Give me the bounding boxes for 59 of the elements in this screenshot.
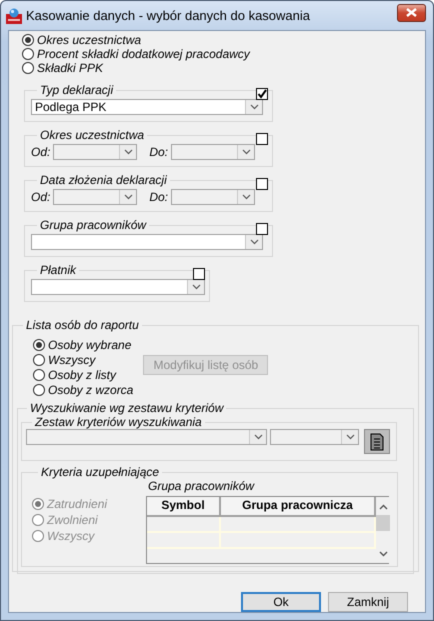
- dropdown-field[interactable]: [53, 144, 138, 160]
- checkbox[interactable]: [256, 133, 268, 145]
- chevron-down-icon: [124, 194, 133, 200]
- group-label: Grupa pracowników: [39, 218, 148, 232]
- radio-option[interactable]: Wszyscy: [33, 353, 134, 367]
- app-icon: [6, 8, 22, 24]
- scroll-up-icon[interactable]: [378, 504, 388, 510]
- radio-option[interactable]: Osoby z wzorca: [33, 383, 134, 397]
- radio-option[interactable]: Składki PPK: [22, 61, 425, 75]
- radio-option[interactable]: Osoby z listy: [33, 368, 134, 382]
- dropdown-field[interactable]: Podlega PPK: [31, 99, 263, 115]
- radio-option: Wszyscy: [32, 529, 146, 543]
- checkbox[interactable]: [193, 268, 205, 280]
- chevron-down-icon: [250, 239, 258, 245]
- chevron-down-icon: [250, 104, 258, 110]
- from-label: Od:: [31, 190, 50, 204]
- group-label: Data złożenia deklaracji: [39, 173, 168, 187]
- group-label: Wyszukiwanie wg zestawu kryteriów: [29, 401, 225, 415]
- checkbox[interactable]: [256, 178, 268, 190]
- chevron-down-icon: [242, 194, 251, 200]
- dropdown-field[interactable]: [53, 189, 138, 205]
- group-label: Kryteria uzupełniające: [40, 465, 160, 479]
- checkbox[interactable]: [256, 223, 268, 235]
- chevron-down-icon: [346, 434, 354, 440]
- group-label: Typ deklaracji: [39, 83, 114, 97]
- scroll-thumb[interactable]: [376, 515, 390, 532]
- radio-option: Zatrudnieni: [32, 497, 146, 511]
- document-button[interactable]: [364, 429, 390, 454]
- dropdown-field[interactable]: [171, 189, 256, 205]
- dropdown-field[interactable]: [270, 429, 359, 445]
- dropdown-field[interactable]: [26, 429, 267, 445]
- group-label: Lista osób do raportu: [25, 318, 140, 332]
- close-button[interactable]: [397, 4, 426, 22]
- scroll-down-icon[interactable]: [378, 551, 388, 558]
- dropdown-field[interactable]: [31, 279, 205, 295]
- chevron-down-icon: [124, 149, 133, 155]
- radio-option: Zwolnieni: [32, 513, 146, 527]
- dropdown-field[interactable]: [31, 234, 263, 250]
- chevron-down-icon: [192, 284, 200, 290]
- dropdown-field[interactable]: [171, 144, 256, 160]
- chevron-down-icon: [242, 149, 251, 155]
- group-label: Płatnik: [39, 263, 78, 277]
- group-label: Okres uczestnictwa: [39, 128, 146, 142]
- checkmark-icon: [257, 89, 267, 99]
- chevron-down-icon: [254, 434, 262, 440]
- window-title: Kasowanie danych - wybór danych do kasowania: [26, 8, 312, 24]
- checkbox[interactable]: [256, 88, 268, 100]
- radio-option[interactable]: Okres uczestnictwa: [22, 33, 425, 47]
- group-label: Zestaw kryteriów wyszukiwania: [34, 415, 203, 429]
- document-icon: [370, 432, 384, 450]
- to-label: Do:: [149, 144, 168, 160]
- from-label: Od:: [31, 144, 50, 160]
- radio-option[interactable]: Osoby wybrane: [33, 338, 134, 352]
- dialog-button[interactable]: Zamknij: [328, 592, 408, 612]
- close-icon: [406, 8, 417, 17]
- to-label: Do:: [149, 190, 168, 204]
- radio-option[interactable]: Procent składki dodatkowej pracodawcy: [22, 47, 425, 61]
- dialog-button[interactable]: Ok: [241, 592, 321, 612]
- table-title: Grupa pracowników: [148, 479, 256, 494]
